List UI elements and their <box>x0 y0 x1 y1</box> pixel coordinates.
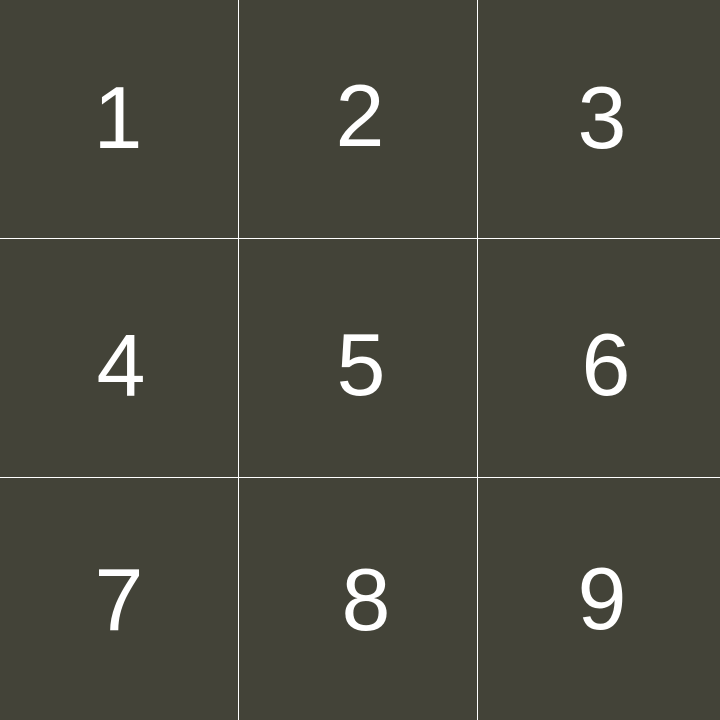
tile-label: 6 <box>581 315 631 414</box>
tile-label: 4 <box>96 316 146 415</box>
tile-label: 2 <box>335 66 385 165</box>
tile-7[interactable]: 7 <box>0 478 238 720</box>
tile-5[interactable]: 5 <box>239 239 477 477</box>
number-grid: 1 2 3 4 5 6 7 8 9 <box>0 0 720 720</box>
tile-1[interactable]: 1 <box>0 0 238 238</box>
tile-label: 7 <box>94 550 144 649</box>
tile-label: 5 <box>336 315 386 414</box>
tile-label: 8 <box>341 550 391 649</box>
tile-3[interactable]: 3 <box>478 0 720 238</box>
tile-label: 3 <box>577 68 627 167</box>
tile-9[interactable]: 9 <box>478 478 720 720</box>
tile-6[interactable]: 6 <box>478 239 720 477</box>
tile-label: 1 <box>93 68 143 167</box>
tile-2[interactable]: 2 <box>239 0 477 238</box>
tile-8[interactable]: 8 <box>239 478 477 720</box>
tile-4[interactable]: 4 <box>0 239 238 477</box>
tile-label: 9 <box>577 549 627 648</box>
